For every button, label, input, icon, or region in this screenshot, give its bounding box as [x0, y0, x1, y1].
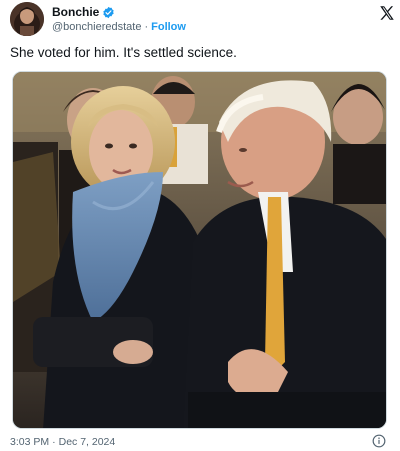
tweet-header: Bonchie @bonchieredstate · Follow [10, 2, 390, 36]
tweet-text: She voted for him. It's settled science. [10, 45, 237, 60]
name-row: Bonchie [52, 5, 186, 20]
info-icon[interactable] [372, 434, 386, 448]
tweet-card: Bonchie @bonchieredstate · Follow She vo… [0, 0, 400, 451]
tweet-photo[interactable] [12, 71, 387, 429]
tweet-date: Dec 7, 2024 [58, 436, 116, 448]
timestamp-separator: · [52, 436, 56, 448]
follow-button[interactable]: Follow [151, 20, 186, 34]
handle-separator: · [144, 20, 149, 33]
tweet-time: 3:03 PM [10, 436, 50, 448]
tweet-timestamp[interactable]: 3:03 PM · Dec 7, 2024 [10, 436, 115, 449]
avatar[interactable] [10, 2, 44, 36]
author-identity: Bonchie @bonchieredstate · Follow [52, 5, 186, 34]
handle-row: @bonchieredstate · Follow [52, 20, 186, 34]
display-name[interactable]: Bonchie [52, 5, 99, 20]
verified-badge-icon [103, 6, 114, 18]
author-handle[interactable]: @bonchieredstate [52, 20, 141, 34]
x-logo-icon[interactable] [378, 4, 396, 22]
